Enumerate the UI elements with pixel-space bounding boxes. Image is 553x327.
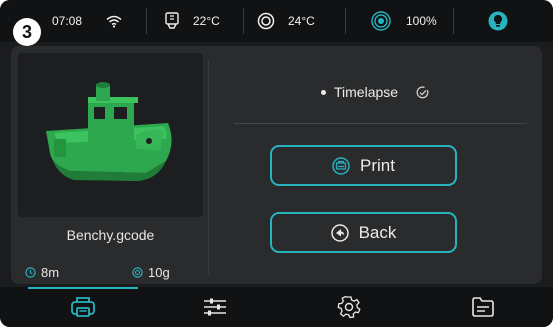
filament-weight-value: 10g [148, 264, 170, 280]
timelapse-label: Timelapse [334, 84, 399, 100]
fan-status[interactable]: 100% [371, 0, 437, 42]
status-divider [243, 8, 244, 34]
printer-icon[interactable] [28, 287, 138, 327]
filament-weight: 10g [132, 264, 170, 280]
bed-temp: 24°C [288, 14, 315, 28]
status-bar: 07:08 22°C 24°C 100% [0, 0, 553, 42]
bed-status[interactable]: 24°C [257, 0, 315, 42]
printer-screen: 07:08 22°C 24°C 100% Benchy.gcode 8m 10g… [0, 0, 553, 327]
wifi-icon [106, 0, 122, 42]
gear-icon[interactable] [294, 287, 404, 327]
nozzle-icon [165, 12, 179, 29]
bulb-icon[interactable] [488, 0, 508, 42]
bed-icon [257, 12, 275, 30]
clock: 07:08 [52, 14, 83, 28]
fan-speed: 100% [406, 14, 437, 28]
status-divider [345, 8, 346, 34]
bullet-dot [321, 89, 326, 95]
benchy-model-image [46, 82, 172, 181]
print-preview-panel: Benchy.gcode 8m 10g Timelapse Print Back [11, 46, 542, 284]
back-icon [330, 223, 349, 242]
bottom-nav [0, 287, 553, 327]
clock-icon [25, 266, 36, 278]
file-name: Benchy.gcode [66, 227, 155, 243]
back-button-label: Back [358, 222, 397, 242]
model-thumbnail [18, 53, 203, 217]
fan-icon [371, 11, 391, 31]
print-button[interactable]: Print [270, 145, 457, 186]
options-divider [234, 123, 527, 124]
print-time: 8m [25, 264, 59, 280]
status-divider [146, 8, 147, 34]
sliders-icon[interactable] [160, 287, 270, 327]
filament-icon [132, 266, 143, 278]
status-divider [453, 8, 454, 34]
print-time-value: 8m [41, 264, 60, 280]
timelapse-option[interactable]: Timelapse [321, 84, 429, 100]
folder-icon[interactable] [428, 287, 538, 327]
print-button-label: Print [360, 155, 395, 175]
back-button[interactable]: Back [270, 212, 457, 253]
step-number-badge: 3 [13, 18, 41, 46]
timelapse-check-icon[interactable] [416, 85, 429, 99]
print-icon [332, 156, 350, 175]
nozzle-temp: 22°C [193, 14, 220, 28]
nozzle-status[interactable]: 22°C [164, 0, 220, 42]
panel-divider [208, 60, 209, 274]
